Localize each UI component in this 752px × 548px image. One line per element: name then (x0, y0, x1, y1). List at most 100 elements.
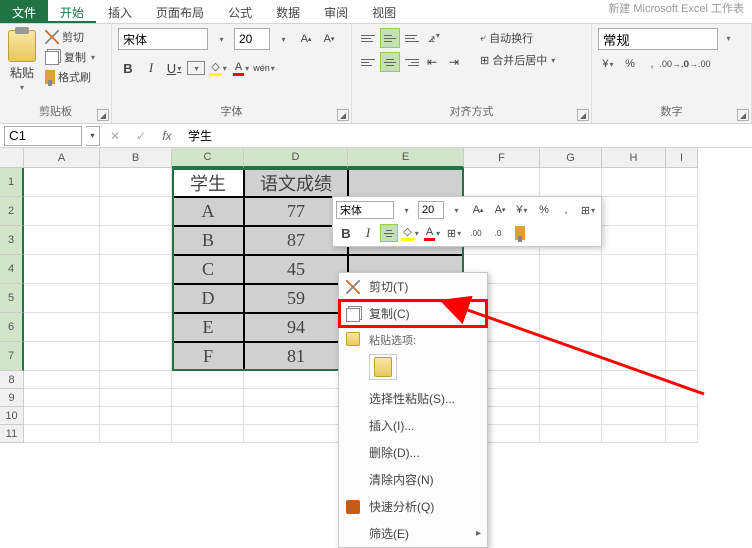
format-painter-button[interactable]: 格式刷 (42, 68, 98, 86)
increase-indent-button[interactable]: ⇥ (446, 52, 466, 72)
cell-I3[interactable] (666, 226, 698, 255)
cell-G7[interactable] (540, 342, 602, 371)
column-header-B[interactable]: B (100, 148, 172, 168)
cell-C10[interactable] (172, 407, 244, 425)
row-header-3[interactable]: 3 (0, 226, 24, 255)
copy-button[interactable]: 复制▾ (42, 48, 98, 66)
tab-formulas[interactable]: 公式 (216, 0, 264, 23)
bold-button[interactable]: B (118, 58, 138, 78)
number-format-select[interactable] (598, 28, 718, 50)
mini-decrease-decimal[interactable]: .0 (488, 223, 508, 243)
cell-B1[interactable] (100, 168, 172, 197)
cell-I11[interactable] (666, 425, 698, 443)
cell-C9[interactable] (172, 389, 244, 407)
cell-C5[interactable]: D (172, 284, 244, 313)
cell-C3[interactable]: B (172, 226, 244, 255)
decrease-decimal-button[interactable]: .0→.00 (686, 54, 706, 74)
mini-align-center[interactable] (380, 224, 398, 242)
mini-font-color[interactable]: A (422, 223, 442, 243)
cell-B5[interactable] (100, 284, 172, 313)
mini-font-name-dropdown[interactable] (396, 201, 416, 219)
ctx-copy[interactable]: 复制(C) (339, 300, 487, 327)
cell-I1[interactable] (666, 168, 698, 197)
row-header-1[interactable]: 1 (0, 168, 24, 197)
ctx-quick-analysis[interactable]: 快速分析(Q) (339, 493, 487, 520)
cell-A6[interactable] (24, 313, 100, 342)
cell-A3[interactable] (24, 226, 100, 255)
font-launcher[interactable]: ◢ (337, 109, 349, 121)
cell-I8[interactable] (666, 371, 698, 389)
tab-view[interactable]: 视图 (360, 0, 408, 23)
cell-I10[interactable] (666, 407, 698, 425)
mini-comma[interactable]: , (556, 200, 576, 220)
cell-H2[interactable] (602, 197, 666, 226)
alignment-launcher[interactable]: ◢ (577, 109, 589, 121)
row-header-5[interactable]: 5 (0, 284, 24, 313)
increase-font-button[interactable]: A▴ (296, 29, 316, 49)
font-name-select[interactable] (118, 28, 208, 50)
cell-A11[interactable] (24, 425, 100, 443)
mini-increase-font[interactable]: A▴ (468, 200, 488, 220)
ctx-cut[interactable]: 剪切(T) (339, 273, 487, 300)
mini-decrease-font[interactable]: A▾ (490, 200, 510, 220)
tab-home[interactable]: 开始 (48, 0, 96, 23)
mini-accounting[interactable]: ¥ (512, 200, 532, 220)
accounting-format-button[interactable]: ¥ (598, 54, 618, 74)
cancel-formula-button[interactable]: ✕ (104, 126, 126, 146)
cell-H8[interactable] (602, 371, 666, 389)
cell-C4[interactable]: C (172, 255, 244, 284)
decrease-font-button[interactable]: A▾ (319, 29, 339, 49)
cell-C8[interactable] (172, 371, 244, 389)
tab-review[interactable]: 审阅 (312, 0, 360, 23)
cell-A9[interactable] (24, 389, 100, 407)
cell-A1[interactable] (24, 168, 100, 197)
cell-A2[interactable] (24, 197, 100, 226)
cell-D1[interactable]: 语文成绩 (244, 168, 348, 197)
insert-function-button[interactable]: fx (156, 126, 178, 146)
cell-B4[interactable] (100, 255, 172, 284)
mini-format-painter[interactable] (510, 223, 530, 243)
row-header-10[interactable]: 10 (0, 407, 24, 425)
row-header-7[interactable]: 7 (0, 342, 24, 371)
name-box-dropdown[interactable]: ▾ (86, 126, 100, 146)
enter-formula-button[interactable]: ✓ (130, 126, 152, 146)
cell-H10[interactable] (602, 407, 666, 425)
row-header-8[interactable]: 8 (0, 371, 24, 389)
cell-A7[interactable] (24, 342, 100, 371)
name-box[interactable] (4, 126, 82, 146)
font-size-select[interactable] (234, 28, 270, 50)
cell-C7[interactable]: F (172, 342, 244, 371)
cell-G6[interactable] (540, 313, 602, 342)
column-header-C[interactable]: C (172, 148, 244, 168)
cell-H5[interactable] (602, 284, 666, 313)
cell-D9[interactable] (244, 389, 348, 407)
cell-H9[interactable] (602, 389, 666, 407)
mini-font-size[interactable] (418, 201, 444, 219)
clipboard-launcher[interactable]: ◢ (97, 109, 109, 121)
cell-D7[interactable]: 81 (244, 342, 348, 371)
cell-F1[interactable] (464, 168, 540, 197)
tab-insert[interactable]: 插入 (96, 0, 144, 23)
cell-H1[interactable] (602, 168, 666, 197)
cell-I4[interactable] (666, 255, 698, 284)
cell-D10[interactable] (244, 407, 348, 425)
percent-button[interactable]: % (620, 54, 640, 74)
column-header-G[interactable]: G (540, 148, 602, 168)
cell-B3[interactable] (100, 226, 172, 255)
cell-G5[interactable] (540, 284, 602, 313)
column-header-F[interactable]: F (464, 148, 540, 168)
cell-G11[interactable] (540, 425, 602, 443)
cell-I6[interactable] (666, 313, 698, 342)
row-header-9[interactable]: 9 (0, 389, 24, 407)
select-all-corner[interactable] (0, 148, 24, 168)
tab-page-layout[interactable]: 页面布局 (144, 0, 216, 23)
row-header-11[interactable]: 11 (0, 425, 24, 443)
ctx-insert[interactable]: 插入(I)... (339, 412, 487, 439)
orientation-button[interactable]: ⦨ (424, 28, 444, 48)
mini-font-size-dropdown[interactable] (446, 201, 466, 219)
paste-button[interactable]: 粘贴 ▾ (6, 28, 38, 94)
cell-C2[interactable]: A (172, 197, 244, 226)
align-right-button[interactable] (402, 52, 422, 72)
cell-B7[interactable] (100, 342, 172, 371)
mini-bold[interactable]: B (336, 223, 356, 243)
